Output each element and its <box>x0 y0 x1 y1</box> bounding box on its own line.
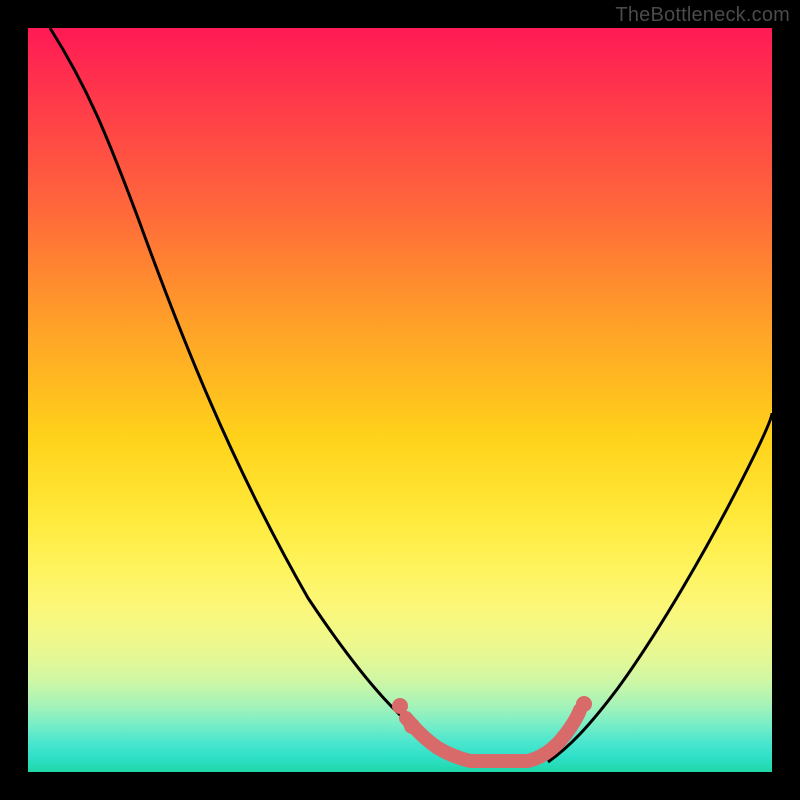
left-curve <box>50 28 478 762</box>
highlight-segment <box>406 710 580 761</box>
highlight-dot-left-upper <box>392 698 408 714</box>
highlight-dot-right <box>576 696 592 712</box>
chart-frame: TheBottleneck.com <box>0 0 800 800</box>
watermark-text: TheBottleneck.com <box>615 4 790 27</box>
highlight-dot-left-lower <box>404 718 420 734</box>
curves-layer <box>28 28 772 772</box>
